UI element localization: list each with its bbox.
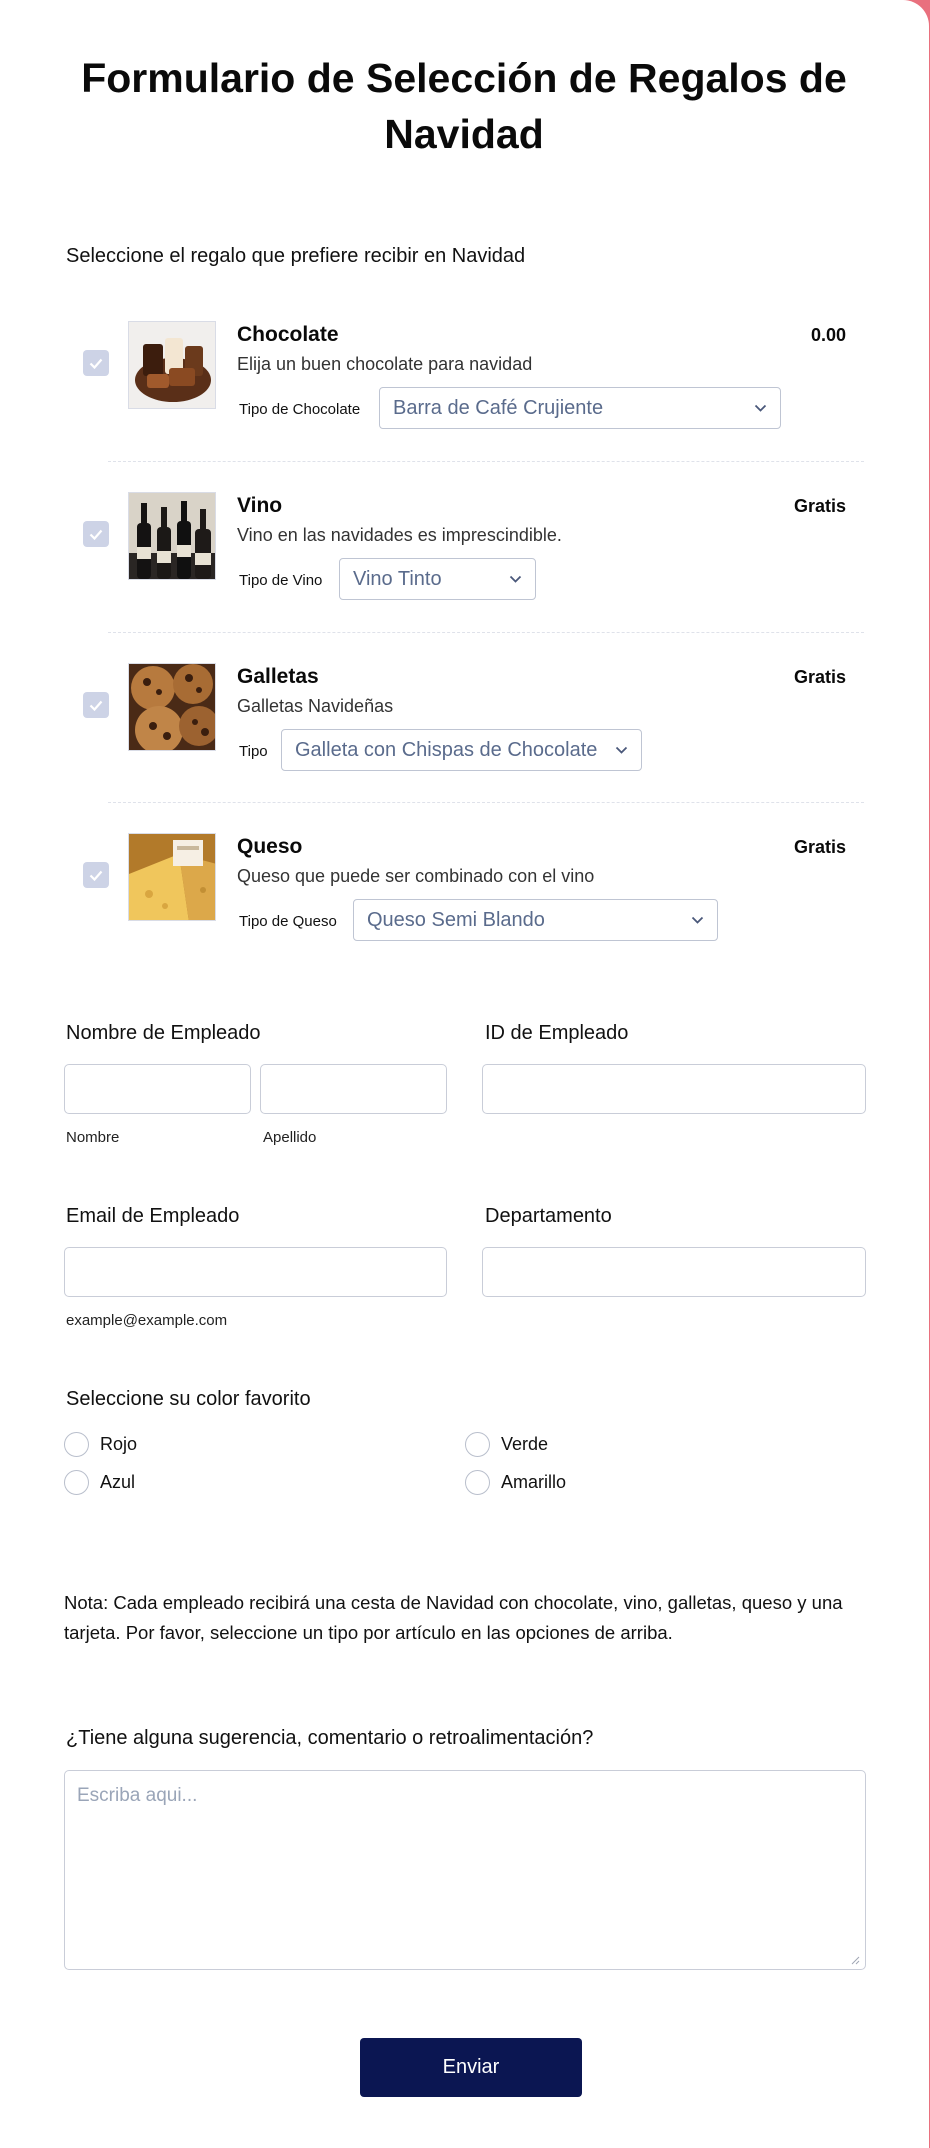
color-option-azul[interactable]: Azul — [64, 1470, 135, 1495]
select-value: Barra de Café Crujiente — [393, 397, 604, 419]
product-option-label: Tipo de Queso — [239, 913, 337, 930]
first-name-sublabel: Nombre — [66, 1129, 120, 1146]
last-name-sublabel: Apellido — [263, 1129, 317, 1146]
product-checkbox[interactable] — [83, 862, 109, 888]
employee-email-input[interactable] — [64, 1247, 447, 1297]
select-value: Queso Semi Blando — [367, 909, 545, 931]
product-checkbox[interactable] — [83, 692, 109, 718]
product-name: Vino — [237, 494, 283, 517]
form-title: Formulario de Selección de Regalos de Na… — [81, 55, 847, 157]
check-icon — [89, 700, 103, 711]
select-value: Galleta con Chispas de Chocolate — [295, 739, 598, 761]
product-price: Gratis — [793, 667, 846, 687]
chevron-down-icon — [754, 388, 768, 428]
wine-image — [128, 492, 216, 580]
department-input[interactable] — [482, 1247, 866, 1297]
first-name-input[interactable] — [64, 1064, 251, 1114]
product-name: Queso — [237, 835, 303, 858]
chevron-down-icon — [615, 730, 629, 770]
product-description: Elija un buen chocolate para navidad — [237, 354, 533, 374]
email-hint: example@example.com — [66, 1312, 228, 1329]
cookies-image — [128, 663, 216, 751]
product-option-label: Tipo — [239, 743, 268, 760]
radio-button[interactable] — [465, 1470, 490, 1495]
chocolate-type-select[interactable]: Barra de Café Crujiente — [379, 387, 781, 429]
product-price: Gratis — [793, 837, 846, 857]
feedback-label: ¿Tiene alguna sugerencia, comentario o r… — [66, 1727, 594, 1749]
chevron-down-icon — [691, 900, 705, 940]
color-option-amarillo[interactable]: Amarillo — [465, 1470, 566, 1495]
radio-label: Rojo — [100, 1434, 138, 1454]
product-description: Queso que puede ser combinado con el vin… — [237, 866, 595, 886]
check-icon — [89, 870, 103, 881]
product-divider — [108, 802, 864, 803]
product-price: 0.00 — [810, 325, 846, 345]
radio-label: Amarillo — [501, 1472, 567, 1492]
product-chocolate: Chocolate Elija un buen chocolate para n… — [62, 321, 868, 491]
radio-button[interactable] — [465, 1432, 490, 1457]
select-value: Vino Tinto — [353, 568, 442, 590]
product-checkbox[interactable] — [83, 350, 109, 376]
cheese-image — [128, 833, 216, 921]
cookie-type-select[interactable]: Galleta con Chispas de Chocolate — [281, 729, 642, 771]
feedback-textarea[interactable] — [64, 1770, 866, 1970]
product-vino: Vino Vino en las navidades es imprescind… — [62, 492, 868, 662]
product-queso: Queso Queso que puede ser combinado con … — [62, 833, 868, 1003]
employee-id-label: ID de Empleado — [485, 1022, 629, 1044]
product-divider — [108, 461, 864, 462]
product-description: Galletas Navideñas — [237, 696, 394, 716]
employee-name-label: Nombre de Empleado — [66, 1022, 261, 1044]
last-name-input[interactable] — [260, 1064, 447, 1114]
product-checkbox[interactable] — [83, 521, 109, 547]
color-option-rojo[interactable]: Rojo — [64, 1432, 137, 1457]
product-name: Chocolate — [237, 323, 339, 346]
radio-label: Verde — [501, 1434, 549, 1454]
gift-note: Nota: Cada empleado recibirá una cesta d… — [64, 1592, 843, 1643]
radio-label: Azul — [100, 1472, 136, 1492]
cheese-type-select[interactable]: Queso Semi Blando — [353, 899, 718, 941]
chocolate-image — [128, 321, 216, 409]
check-icon — [89, 358, 103, 369]
product-price: Gratis — [793, 496, 846, 516]
product-galletas: Galletas Galletas Navideñas Gratis Tipo … — [62, 663, 868, 833]
radio-button[interactable] — [64, 1470, 89, 1495]
product-option-label: Tipo de Chocolate — [239, 401, 361, 418]
color-label: Seleccione su color favorito — [66, 1388, 311, 1410]
product-name: Galletas — [237, 665, 319, 688]
color-option-verde[interactable]: Verde — [465, 1432, 548, 1457]
radio-button[interactable] — [64, 1432, 89, 1457]
wine-type-select[interactable]: Vino Tinto — [339, 558, 536, 600]
product-option-label: Tipo de Vino — [239, 572, 323, 589]
employee-email-label: Email de Empleado — [66, 1205, 240, 1227]
submit-button[interactable]: Enviar — [360, 2038, 582, 2097]
product-divider — [108, 632, 864, 633]
employee-id-input[interactable] — [482, 1064, 866, 1114]
check-icon — [89, 529, 103, 540]
chevron-down-icon — [509, 559, 523, 599]
department-label: Departamento — [485, 1205, 612, 1227]
product-description: Vino en las navidades es imprescindible. — [237, 525, 562, 545]
resize-handle-icon[interactable] — [850, 1955, 860, 1965]
products-label: Seleccione el regalo que prefiere recibi… — [66, 245, 526, 267]
form-card: Formulario de Selección de Regalos de Na… — [0, 0, 929, 2148]
